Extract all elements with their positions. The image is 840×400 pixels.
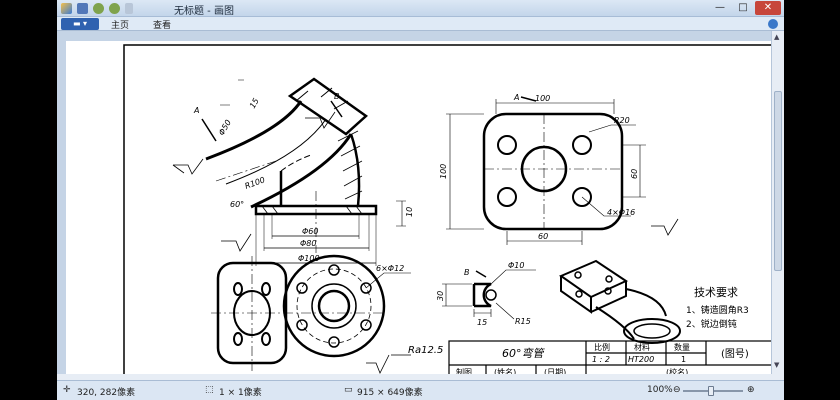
section-label-a1: A xyxy=(193,106,199,115)
minimize-button[interactable]: — xyxy=(709,1,731,15)
dim-10: 10 xyxy=(405,207,414,217)
tech-requirement-2: 2、锐边倒钝 xyxy=(686,318,737,330)
maximize-button[interactable]: □ xyxy=(732,1,754,15)
tab-view[interactable]: 查看 xyxy=(153,18,171,31)
selection-icon: ⬚ xyxy=(205,385,214,395)
dim-r20: R20 xyxy=(614,116,630,125)
detail-view-b xyxy=(442,269,536,320)
isometric-view xyxy=(558,259,681,344)
drawing-canvas[interactable]: A B Φ50 15 R100 60° Φ60 Φ80 Φ100 10 A 10… xyxy=(66,41,779,379)
dim-phi100: Φ100 xyxy=(298,254,320,263)
front-view xyxy=(172,77,406,266)
value-scale: 1 : 2 xyxy=(592,355,610,364)
redo-icon[interactable] xyxy=(109,3,120,14)
dim-60deg: 60° xyxy=(230,200,244,209)
dim-60-height: 60 xyxy=(630,169,639,179)
zoom-in-icon[interactable]: ⊕ xyxy=(747,385,755,395)
value-material: HT200 xyxy=(628,355,654,364)
vertical-scrollbar[interactable]: ▲ ▼ xyxy=(771,31,784,374)
cursor-position: 320, 282像素 xyxy=(77,388,136,398)
canvas-area: A B Φ50 15 R100 60° Φ60 Φ80 Φ100 10 A 10… xyxy=(57,31,779,379)
dim-15-bottom: 15 xyxy=(477,318,487,327)
ribbon-tabs: ▬ ▾ 主页 查看 xyxy=(57,17,784,31)
save-icon[interactable] xyxy=(77,3,88,14)
roughness-symbol xyxy=(366,354,411,374)
dim-phi60: Φ60 xyxy=(302,227,318,236)
scroll-thumb[interactable] xyxy=(774,91,782,271)
tech-requirements-title: 技术要求 xyxy=(694,286,738,299)
app-icon xyxy=(61,3,72,14)
dim-r15: R15 xyxy=(515,317,531,326)
zoom-level: 100% xyxy=(647,385,673,395)
canvas-size-icon: ▭ xyxy=(344,385,353,395)
window-title: 无标题 - 画图 xyxy=(174,6,234,17)
file-menu-button[interactable]: ▬ ▾ xyxy=(61,18,99,30)
header-material: 材料 xyxy=(634,342,650,352)
dim-100-width: 100 xyxy=(535,94,550,103)
tech-requirement-1: 1、铸造圆角R3 xyxy=(686,304,749,316)
scroll-down-icon[interactable]: ▼ xyxy=(774,361,779,369)
dim-60-width: 60 xyxy=(538,232,548,241)
tab-home[interactable]: 主页 xyxy=(111,18,129,31)
scroll-up-icon[interactable]: ▲ xyxy=(774,33,779,41)
section-label-b2: B xyxy=(464,268,470,277)
header-scale: 比例 xyxy=(594,342,610,352)
section-label-b1: B xyxy=(334,92,340,101)
dim-15: 15 xyxy=(248,97,261,110)
dim-6xphi12: 6×Φ12 xyxy=(376,264,404,273)
cursor-icon: ✛ xyxy=(63,385,71,395)
quick-access-dropdown-icon[interactable] xyxy=(125,3,133,14)
drawing-number: (图号) xyxy=(721,348,749,360)
selection-size: 1 × 1像素 xyxy=(219,388,262,398)
flange-view xyxy=(446,96,679,245)
dim-phi50: Φ50 xyxy=(217,118,233,137)
dim-30: 30 xyxy=(436,291,445,301)
top-view xyxy=(211,254,411,371)
dim-4xphi16: 4×Φ16 xyxy=(607,208,635,217)
header-quantity: 数量 xyxy=(674,342,690,352)
status-bar: ✛ 320, 282像素 ⬚ 1 × 1像素 ▭ 915 × 649像素 100… xyxy=(57,380,784,400)
undo-icon[interactable] xyxy=(93,3,104,14)
value-quantity: 1 xyxy=(681,355,686,364)
roughness-value: Ra12.5 xyxy=(408,345,443,356)
title-bar: 无标题 - 画图 — □ ✕ xyxy=(57,0,784,17)
dim-r100: R100 xyxy=(244,175,267,191)
part-name: 60°弯管 xyxy=(502,347,545,360)
section-label-a2: A xyxy=(513,93,519,102)
canvas-size: 915 × 649像素 xyxy=(357,388,423,398)
dim-phi80: Φ80 xyxy=(300,239,316,248)
zoom-out-icon[interactable]: ⊖ xyxy=(673,385,681,395)
close-button[interactable]: ✕ xyxy=(755,1,781,15)
dim-phi10: Φ10 xyxy=(508,261,524,270)
help-icon[interactable] xyxy=(768,19,778,29)
zoom-slider-handle[interactable] xyxy=(708,386,714,396)
dim-100-height: 100 xyxy=(439,164,448,179)
paint-window: 无标题 - 画图 — □ ✕ ▬ ▾ 主页 查看 A B Φ50 15 R100… xyxy=(57,0,784,400)
engineering-drawing: A B Φ50 15 R100 60° Φ60 Φ80 Φ100 10 A 10… xyxy=(123,44,779,379)
